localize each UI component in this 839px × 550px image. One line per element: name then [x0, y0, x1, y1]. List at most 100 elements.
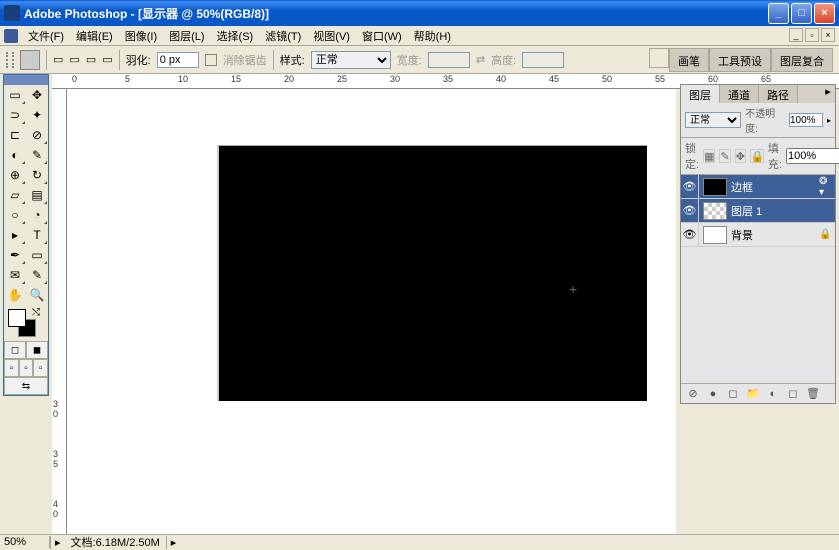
- docinfo-arrow-icon[interactable]: ▸: [166, 536, 181, 549]
- layer-thumbnail[interactable]: [703, 202, 727, 220]
- opacity-input[interactable]: [789, 113, 823, 127]
- tool-indicator[interactable]: [20, 50, 40, 70]
- fill-input[interactable]: [786, 148, 839, 164]
- layer-mask-button[interactable]: ◻: [723, 386, 743, 402]
- doc-minimize-button[interactable]: _: [789, 28, 803, 42]
- standard-mode-button[interactable]: ◻: [4, 341, 26, 359]
- hand-tool[interactable]: ✋: [4, 285, 26, 305]
- lock-transparent-button[interactable]: ▦: [703, 149, 715, 163]
- color-swatches: ⤭: [4, 305, 48, 341]
- healing-brush-tool[interactable]: ◐: [4, 145, 26, 165]
- visibility-icon[interactable]: 👁: [681, 223, 699, 246]
- dodge-tool[interactable]: ◔: [26, 205, 48, 225]
- quickmask-mode-button[interactable]: ◼: [26, 341, 48, 359]
- palette-well-button[interactable]: [649, 48, 669, 68]
- grip-icon[interactable]: [6, 52, 14, 68]
- foreground-color[interactable]: [8, 309, 26, 327]
- blur-tool[interactable]: ○: [4, 205, 26, 225]
- swap-colors-icon[interactable]: ⤭: [32, 307, 40, 318]
- vertical-ruler[interactable]: 30 35 40: [52, 89, 67, 534]
- layer-thumbnail[interactable]: [703, 226, 727, 244]
- tab-brushes[interactable]: 画笔: [669, 48, 709, 72]
- screen-standard-button[interactable]: ▫: [4, 359, 19, 377]
- document-canvas[interactable]: +: [217, 145, 647, 401]
- slice-tool[interactable]: ⊘: [26, 125, 48, 145]
- layer-fx-icon[interactable]: ❂ ▾: [819, 176, 835, 198]
- path-select-tool[interactable]: ▸: [4, 225, 26, 245]
- pen-tool[interactable]: ✒: [4, 245, 26, 265]
- move-tool[interactable]: ✥: [26, 85, 48, 105]
- feather-input[interactable]: [157, 52, 199, 68]
- minimize-button[interactable]: _: [768, 3, 789, 24]
- delete-layer-button[interactable]: 🗑: [803, 386, 823, 402]
- menu-select[interactable]: 选择(S): [211, 26, 260, 46]
- layer-name[interactable]: 图层 1: [731, 203, 835, 219]
- photoshop-icon: [4, 29, 18, 43]
- document-info[interactable]: 文档:6.18M/2.50M: [65, 534, 166, 550]
- menu-help[interactable]: 帮助(H): [408, 26, 457, 46]
- zoom-level[interactable]: 50%: [0, 536, 50, 548]
- layer-name[interactable]: 边框: [731, 179, 819, 195]
- maximize-button[interactable]: □: [791, 3, 812, 24]
- marquee-add-icon[interactable]: ▭: [69, 53, 79, 66]
- style-select[interactable]: 正常: [311, 51, 391, 69]
- marquee-int-icon[interactable]: ▭: [102, 53, 112, 66]
- status-arrow-icon[interactable]: ▸: [50, 536, 65, 549]
- layer-row[interactable]: 👁 图层 1: [681, 199, 835, 223]
- tab-paths[interactable]: 路径: [759, 85, 798, 103]
- layer-thumbnail[interactable]: [703, 178, 727, 196]
- layer-name[interactable]: 背景: [731, 227, 819, 243]
- blend-mode-select[interactable]: 正常: [685, 112, 741, 128]
- screen-full-button[interactable]: ▫: [33, 359, 48, 377]
- tab-layer-comps[interactable]: 图层复合: [771, 48, 833, 72]
- doc-restore-button[interactable]: ▫: [805, 28, 819, 42]
- new-layer-button[interactable]: ◻: [783, 386, 803, 402]
- canvas-area[interactable]: +: [67, 89, 676, 534]
- notes-tool[interactable]: ✉: [4, 265, 26, 285]
- screen-full-menu-button[interactable]: ▫: [19, 359, 34, 377]
- tab-layers[interactable]: 图层: [681, 85, 720, 103]
- tab-tool-presets[interactable]: 工具预设: [709, 48, 771, 72]
- zoom-tool[interactable]: 🔍: [26, 285, 48, 305]
- tab-channels[interactable]: 通道: [720, 85, 759, 103]
- opacity-dropdown-icon[interactable]: ▸: [827, 116, 831, 125]
- swap-icon: ⇄: [476, 53, 485, 66]
- layer-row[interactable]: 👁 背景 🔒: [681, 223, 835, 247]
- menu-edit[interactable]: 编辑(E): [70, 26, 119, 46]
- marquee-sub-icon[interactable]: ▭: [86, 53, 96, 66]
- clone-stamp-tool[interactable]: ⊕: [4, 165, 26, 185]
- visibility-icon[interactable]: 👁: [681, 199, 699, 222]
- menu-view[interactable]: 视图(V): [307, 26, 356, 46]
- menu-window[interactable]: 窗口(W): [356, 26, 408, 46]
- panel-menu-icon[interactable]: ▸: [821, 85, 835, 103]
- lock-all-button[interactable]: 🔒: [750, 149, 764, 163]
- new-set-button[interactable]: 📁: [743, 386, 763, 402]
- brush-tool[interactable]: ✎: [26, 145, 48, 165]
- history-brush-tool[interactable]: ↻: [26, 165, 48, 185]
- layer-row[interactable]: 👁 边框 ❂ ▾: [681, 175, 835, 199]
- doc-close-button[interactable]: ×: [821, 28, 835, 42]
- visibility-icon[interactable]: 👁: [681, 175, 699, 198]
- lasso-tool[interactable]: ⊃: [4, 105, 26, 125]
- lock-image-button[interactable]: ✎: [719, 149, 730, 163]
- type-tool[interactable]: T: [26, 225, 48, 245]
- marquee-new-icon[interactable]: ▭: [53, 53, 63, 66]
- menu-layer[interactable]: 图层(L): [163, 26, 210, 46]
- eraser-tool[interactable]: ▱: [4, 185, 26, 205]
- layer-style-button[interactable]: ●: [703, 386, 723, 402]
- magic-wand-tool[interactable]: ✦: [26, 105, 48, 125]
- lock-position-button[interactable]: ✥: [735, 149, 746, 163]
- crop-tool[interactable]: ⊏: [4, 125, 26, 145]
- shape-tool[interactable]: ▭: [26, 245, 48, 265]
- adjustment-layer-button[interactable]: ◐: [763, 386, 783, 402]
- menu-image[interactable]: 图像(I): [119, 26, 163, 46]
- eyedropper-tool[interactable]: ✎: [26, 265, 48, 285]
- menu-filter[interactable]: 滤镜(T): [259, 26, 307, 46]
- menu-file[interactable]: 文件(F): [22, 26, 70, 46]
- imageready-button[interactable]: ⇆: [4, 377, 48, 395]
- close-button[interactable]: ×: [814, 3, 835, 24]
- link-layers-button[interactable]: ⊘: [683, 386, 703, 402]
- marquee-tool[interactable]: ▭: [4, 85, 26, 105]
- toolbox-header[interactable]: [4, 75, 48, 85]
- gradient-tool[interactable]: ▤: [26, 185, 48, 205]
